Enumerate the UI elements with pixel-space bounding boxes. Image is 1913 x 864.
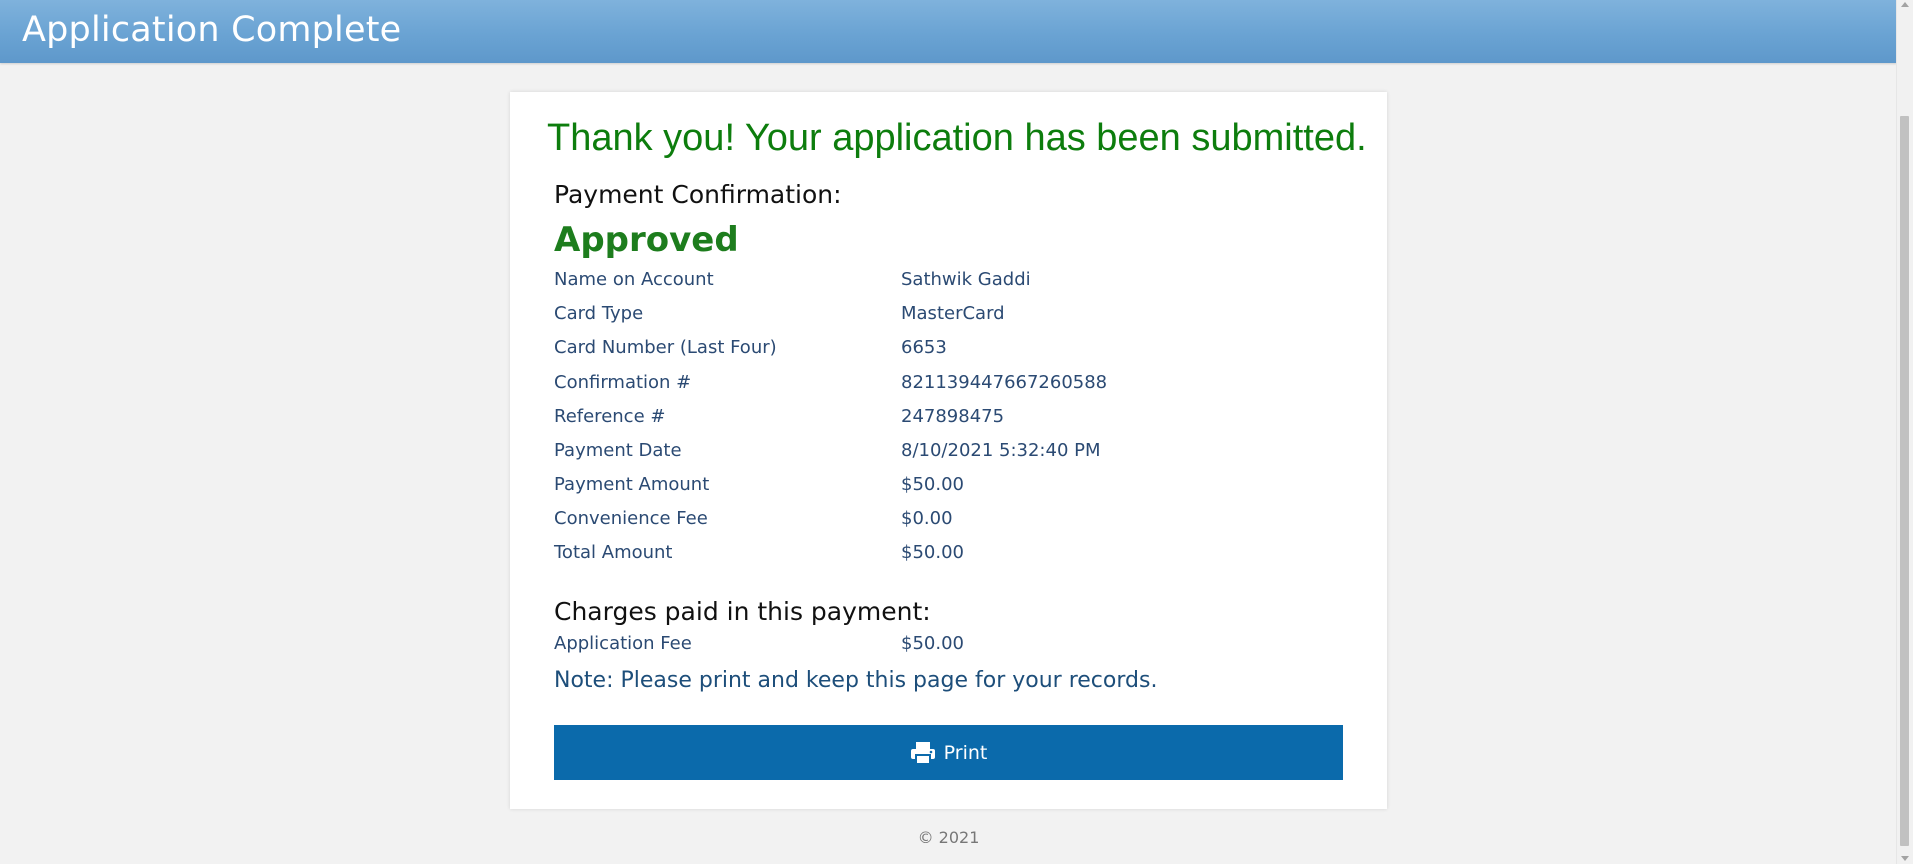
header-bar: Application Complete — [0, 0, 1897, 63]
detail-label: Name on Account — [554, 269, 714, 290]
scroll-up-arrow-icon[interactable] — [1901, 2, 1909, 7]
print-icon — [910, 741, 936, 765]
scrollbar-thumb[interactable] — [1900, 116, 1909, 846]
scroll-down-arrow-icon[interactable] — [1901, 856, 1909, 861]
charge-label: Application Fee — [554, 633, 692, 654]
detail-value: 8/10/2021 5:32:40 PM — [901, 440, 1101, 461]
detail-row-total-amount: Total Amount $50.00 — [554, 542, 1354, 572]
detail-value: 821139447667260588 — [901, 372, 1108, 393]
detail-value: 6653 — [901, 337, 947, 358]
payment-confirmation-heading: Payment Confirmation: — [554, 180, 842, 209]
charges-heading: Charges paid in this payment: — [554, 597, 931, 626]
success-headline: Thank you! Your application has been sub… — [547, 117, 1367, 159]
records-note: Note: Please print and keep this page fo… — [554, 668, 1158, 693]
detail-label: Reference # — [554, 406, 666, 427]
vertical-scrollbar[interactable] — [1896, 0, 1913, 864]
detail-row-card-type: Card Type MasterCard — [554, 303, 1354, 333]
detail-row-payment-date: Payment Date 8/10/2021 5:32:40 PM — [554, 440, 1354, 470]
detail-label: Card Number (Last Four) — [554, 337, 777, 358]
detail-label: Payment Date — [554, 440, 682, 461]
detail-value: MasterCard — [901, 303, 1005, 324]
detail-value: 247898475 — [901, 406, 1005, 427]
confirmation-card: Thank you! Your application has been sub… — [510, 92, 1387, 809]
detail-row-payment-amount: Payment Amount $50.00 — [554, 474, 1354, 504]
print-button-label: Print — [943, 741, 988, 764]
detail-label: Total Amount — [554, 542, 673, 563]
detail-label: Payment Amount — [554, 474, 710, 495]
detail-row-name-on-account: Name on Account Sathwik Gaddi — [554, 269, 1354, 299]
detail-row-reference-number: Reference # 247898475 — [554, 406, 1354, 436]
payment-status: Approved — [554, 220, 739, 260]
detail-row-card-number: Card Number (Last Four) 6653 — [554, 337, 1354, 367]
detail-label: Card Type — [554, 303, 644, 324]
detail-row-convenience-fee: Convenience Fee $0.00 — [554, 508, 1354, 538]
detail-value: $50.00 — [901, 474, 964, 495]
detail-value: $0.00 — [901, 508, 953, 529]
page: Application Complete Thank you! Your app… — [0, 0, 1913, 864]
charge-row-application-fee: Application Fee $50.00 — [554, 633, 1354, 663]
detail-label: Confirmation # — [554, 372, 692, 393]
print-button[interactable]: Print — [554, 725, 1343, 780]
detail-row-confirmation-number: Confirmation # 821139447667260588 — [554, 372, 1354, 402]
footer-copyright: © 2021 — [917, 828, 980, 847]
detail-value: Sathwik Gaddi — [901, 269, 1031, 290]
charge-value: $50.00 — [901, 633, 964, 654]
detail-value: $50.00 — [901, 542, 964, 563]
page-title: Application Complete — [22, 10, 402, 50]
detail-label: Convenience Fee — [554, 508, 708, 529]
